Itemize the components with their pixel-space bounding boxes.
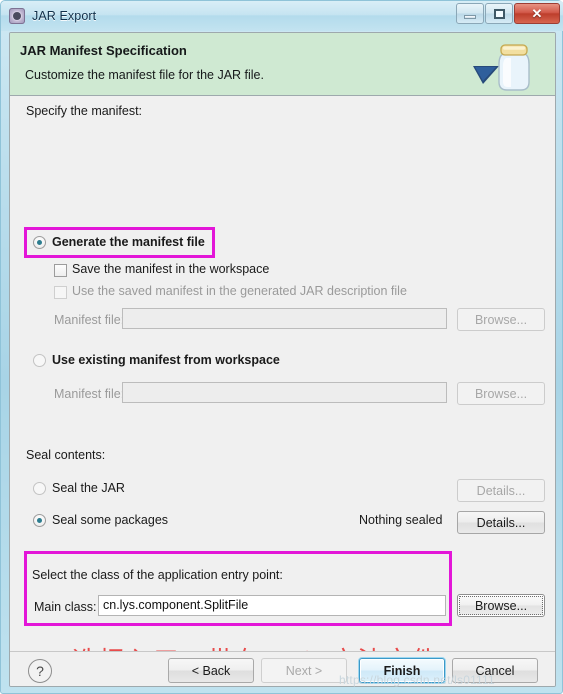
- checkbox-save-manifest-workspace-label: Save the manifest in the workspace: [72, 262, 270, 276]
- radio-seal-the-jar-label: Seal the JAR: [52, 481, 125, 495]
- jar-jar-icon: [473, 44, 530, 91]
- radio-use-existing-manifest-label: Use existing manifest from workspace: [52, 353, 280, 367]
- seal-packages-details-button[interactable]: Details...: [457, 511, 545, 534]
- radio-generate-manifest[interactable]: [33, 236, 46, 249]
- browse-button-2: Browse...: [457, 382, 545, 405]
- checkbox-save-manifest-workspace[interactable]: [54, 264, 67, 277]
- radio-seal-some-packages[interactable]: [33, 514, 46, 527]
- window-controls: ✕: [455, 3, 560, 24]
- main-class-input[interactable]: cn.lys.component.SplitFile: [98, 595, 446, 616]
- radio-generate-manifest-label: Generate the manifest file: [52, 235, 205, 249]
- checkbox-use-saved-manifest-label: Use the saved manifest in the generated …: [72, 284, 407, 298]
- window-title: JAR Export: [32, 9, 97, 23]
- manifest-file-label-2: Manifest file:: [54, 387, 125, 401]
- jar-export-app-icon: [9, 8, 25, 24]
- jar-export-dialog: JAR Manifest Specification Customize the…: [9, 32, 556, 687]
- close-icon[interactable]: ✕: [514, 3, 560, 24]
- seal-contents-group-label: Seal contents:: [26, 448, 106, 462]
- radio-seal-some-packages-label: Seal some packages: [52, 513, 169, 527]
- minimize-icon[interactable]: [456, 3, 484, 24]
- entry-point-group-label: Select the class of the application entr…: [32, 568, 283, 582]
- back-button[interactable]: < Back: [168, 658, 254, 683]
- page-title: JAR Manifest Specification: [20, 43, 187, 58]
- maximize-icon[interactable]: [485, 3, 513, 24]
- manifest-file-input-1: [122, 308, 447, 329]
- browse-button-1: Browse...: [457, 308, 545, 331]
- manifest-file-input-2: [122, 382, 447, 403]
- wizard-page-content: Specify the manifest: Generate the manif…: [10, 96, 555, 677]
- radio-use-existing-manifest[interactable]: [33, 354, 46, 367]
- radio-seal-the-jar[interactable]: [33, 482, 46, 495]
- watermark-text: https://blog.csdn.net/ls01111: [339, 673, 495, 687]
- seal-jar-details-button: Details...: [457, 479, 545, 502]
- specify-manifest-group-label: Specify the manifest:: [26, 104, 143, 118]
- help-icon[interactable]: ?: [28, 659, 52, 683]
- window-titlebar[interactable]: JAR Export ✕: [1, 1, 563, 31]
- checkbox-use-saved-manifest: [54, 286, 67, 299]
- jar-export-window: JAR Export ✕ JAR Manifest Specification …: [0, 0, 563, 694]
- next-button: Next >: [261, 658, 347, 683]
- main-class-browse-button[interactable]: Browse...: [457, 594, 545, 617]
- page-subtitle: Customize the manifest file for the JAR …: [25, 68, 264, 82]
- main-class-label: Main class:: [34, 600, 97, 614]
- manifest-file-label-1: Manifest file:: [54, 313, 125, 327]
- seal-status-text: Nothing sealed: [359, 513, 443, 527]
- wizard-page-header: JAR Manifest Specification Customize the…: [10, 33, 555, 96]
